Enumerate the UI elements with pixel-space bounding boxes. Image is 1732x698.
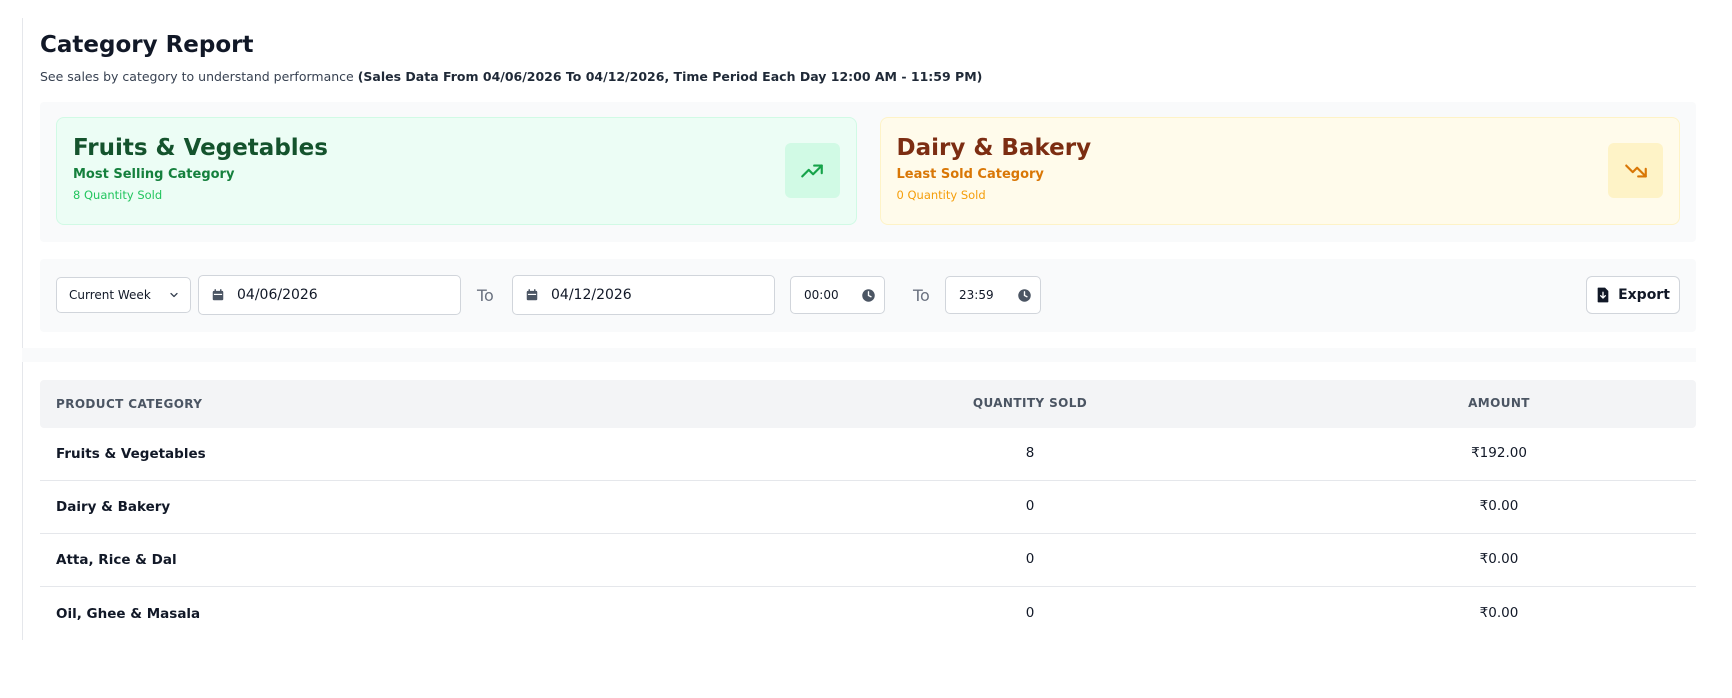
col-amount: AMOUNT xyxy=(1468,396,1530,410)
trend-down-badge xyxy=(1608,143,1663,198)
trend-up-badge xyxy=(784,143,840,198)
table-row[interactable]: Dairy & Bakery 0 ₹0.00 xyxy=(40,481,1696,534)
table-header: PRODUCT CATEGORY QUANTITY SOLD AMOUNT xyxy=(40,380,1696,428)
to-time-input[interactable]: 23:59 xyxy=(945,276,1041,314)
row-category: Fruits & Vegetables xyxy=(56,446,206,462)
from-date-value: 04/06/2026 xyxy=(237,287,318,303)
row-quantity: 0 xyxy=(1025,604,1035,621)
row-amount: ₹192.00 xyxy=(1471,445,1527,461)
least-sold-card: Dairy & Bakery Least Sold Category 0 Qua… xyxy=(879,117,1680,225)
least-sold-label: Least Sold Category xyxy=(896,167,1044,182)
least-sold-quantity: 0 Quantity Sold xyxy=(896,188,986,202)
period-select[interactable]: Current Week xyxy=(56,277,191,313)
table-row[interactable]: Atta, Rice & Dal 0 ₹0.00 xyxy=(40,534,1696,587)
calendar-icon xyxy=(211,288,225,302)
row-amount: ₹0.00 xyxy=(1479,551,1519,567)
date-to-label: To xyxy=(477,286,494,305)
col-quantity-sold: QUANTITY SOLD xyxy=(972,396,1088,410)
subtitle-text: See sales by category to understand perf… xyxy=(40,69,354,84)
calendar-icon xyxy=(525,288,539,302)
least-sold-category-name: Dairy & Bakery xyxy=(896,135,1092,161)
sales-date-range: (Sales Data From 04/06/2026 To 04/12/202… xyxy=(357,69,983,84)
row-category: Dairy & Bakery xyxy=(56,499,171,515)
clock-icon xyxy=(1018,289,1031,302)
category-report-page: Category Report See sales by category to… xyxy=(22,30,1696,640)
export-button[interactable]: Export xyxy=(1586,276,1680,314)
to-date-value: 04/12/2026 xyxy=(551,287,632,303)
table-row[interactable]: Oil, Ghee & Masala 0 ₹0.00 xyxy=(40,587,1696,640)
row-quantity: 0 xyxy=(1025,551,1035,567)
most-selling-card: Fruits & Vegetables Most Selling Categor… xyxy=(56,117,857,225)
most-selling-label: Most Selling Category xyxy=(73,167,235,182)
download-icon xyxy=(1596,287,1610,303)
row-quantity: 8 xyxy=(1025,445,1035,461)
row-amount: ₹0.00 xyxy=(1479,604,1519,621)
table-row[interactable]: Fruits & Vegetables 8 ₹192.00 xyxy=(40,428,1696,481)
to-date-input[interactable]: 04/12/2026 xyxy=(512,275,775,315)
to-time-value: 23:59 xyxy=(959,288,994,302)
row-category: Oil, Ghee & Masala xyxy=(56,605,201,622)
row-category: Atta, Rice & Dal xyxy=(56,552,177,568)
time-to-label: To xyxy=(913,286,930,305)
row-amount: ₹0.00 xyxy=(1479,498,1519,514)
page-subtitle: See sales by category to understand perf… xyxy=(40,68,1696,86)
chevron-down-icon xyxy=(170,292,178,298)
export-label: Export xyxy=(1618,287,1670,303)
section-divider xyxy=(22,348,1696,362)
row-quantity: 0 xyxy=(1025,498,1035,514)
filter-bar: Current Week 04/06/2026 To 04/12/2026 00… xyxy=(40,259,1696,332)
period-select-value: Current Week xyxy=(69,288,151,302)
most-selling-category-name: Fruits & Vegetables xyxy=(73,135,328,161)
left-divider xyxy=(22,18,23,640)
from-time-input[interactable]: 00:00 xyxy=(790,276,885,314)
most-selling-quantity: 8 Quantity Sold xyxy=(73,188,163,202)
col-product-category: PRODUCT CATEGORY xyxy=(56,397,203,411)
trending-up-icon xyxy=(801,164,823,177)
category-table: PRODUCT CATEGORY QUANTITY SOLD AMOUNT Fr… xyxy=(40,380,1696,640)
trending-down-icon xyxy=(1624,164,1647,177)
from-time-value: 00:00 xyxy=(804,288,839,302)
clock-icon xyxy=(862,289,875,302)
summary-cards: Fruits & Vegetables Most Selling Categor… xyxy=(40,102,1696,242)
from-date-input[interactable]: 04/06/2026 xyxy=(198,275,461,315)
page-title: Category Report xyxy=(40,32,254,58)
